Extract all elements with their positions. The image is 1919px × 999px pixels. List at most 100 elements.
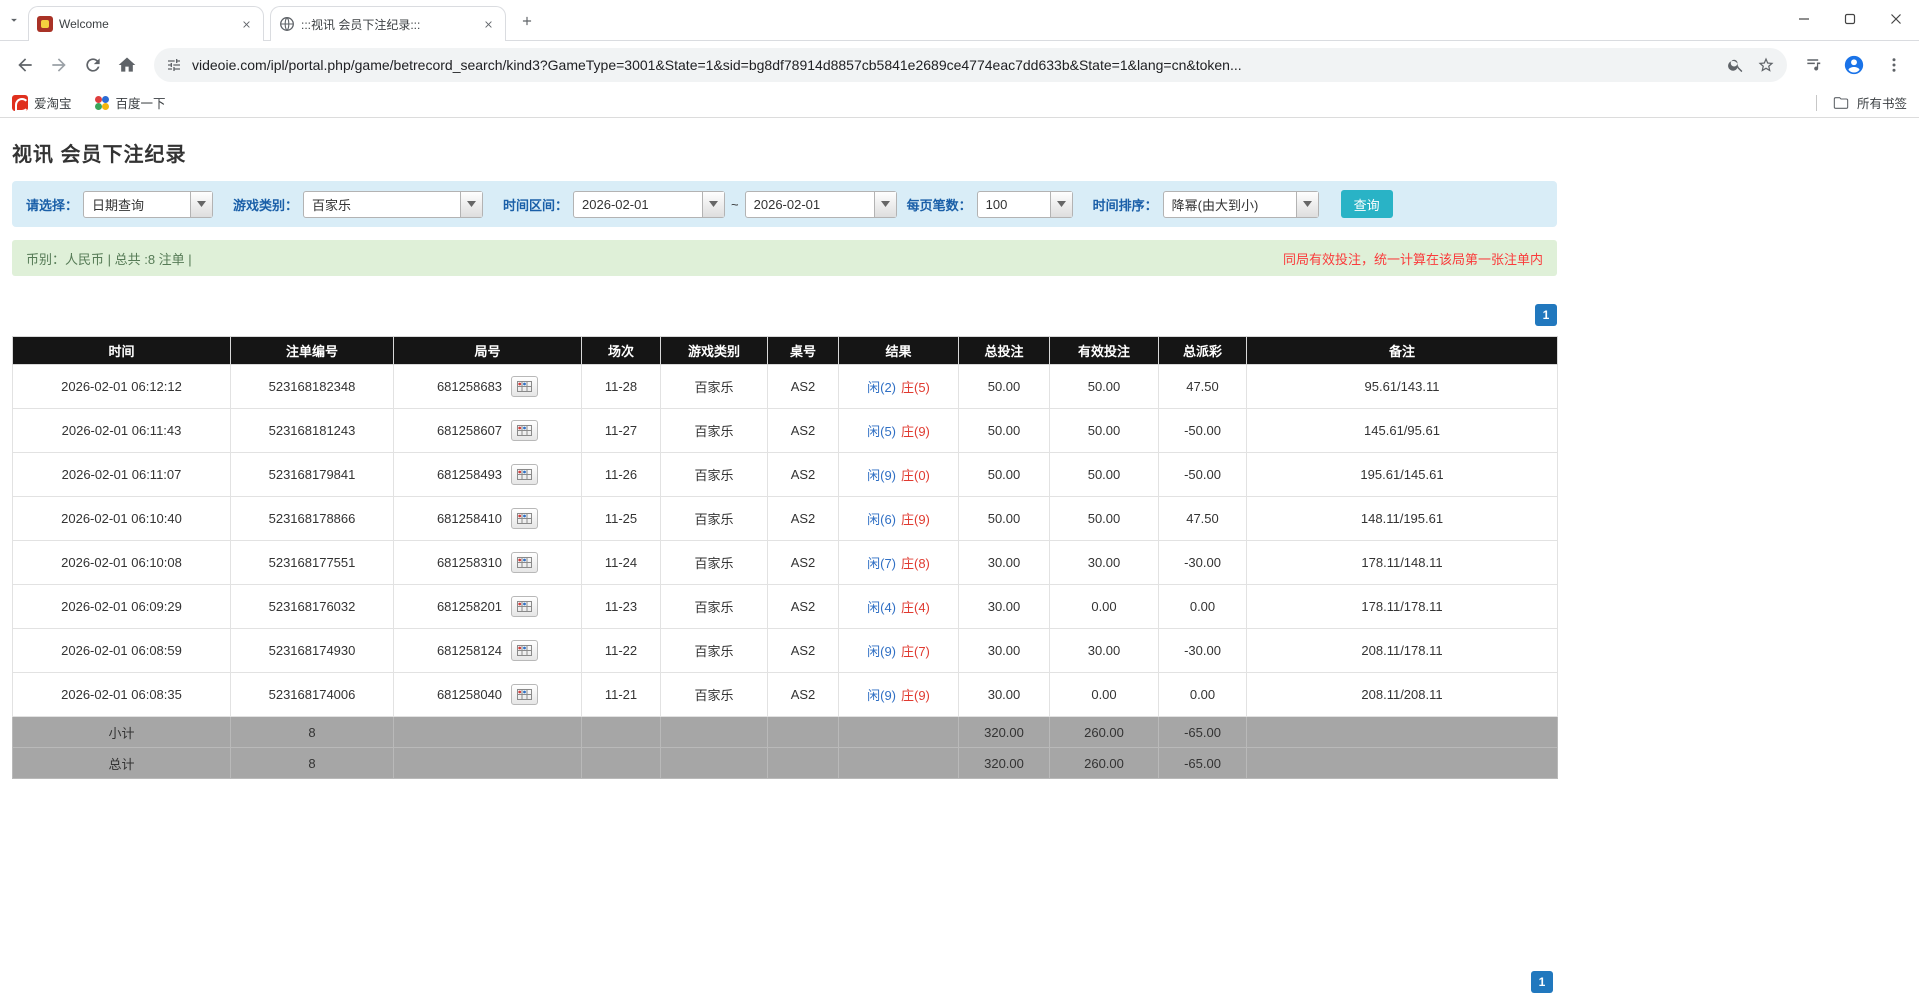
cell-payout: 0.00 (1159, 585, 1247, 629)
cell-table: AS2 (768, 585, 839, 629)
cell-time: 2026-02-01 06:10:40 (13, 497, 231, 541)
all-bookmarks-button[interactable]: 所有书签 (1816, 93, 1907, 112)
cell-total-bet-link[interactable]: 50.00 (959, 409, 1050, 453)
cell-total-bet-link[interactable]: 30.00 (959, 541, 1050, 585)
tab-betrecord[interactable]: :::视讯 会员下注纪录::: (270, 6, 506, 41)
result-banker: 庄(9) (901, 512, 930, 527)
bookmark-star-icon[interactable] (1757, 56, 1775, 74)
pagination-top: 1 (12, 304, 1557, 326)
date-from-dropdown[interactable]: 2026-02-01 (573, 191, 725, 218)
result-banker: 庄(8) (901, 556, 930, 571)
chevron-down-icon[interactable] (702, 192, 724, 217)
cell-bet-id: 523168174930 (231, 629, 394, 673)
cell-bet-id: 523168181243 (231, 409, 394, 453)
tab-title: Welcome (59, 17, 231, 31)
game-type-dropdown[interactable]: 百家乐 (303, 191, 483, 218)
forward-button[interactable] (42, 48, 76, 82)
roadmap-button[interactable] (511, 596, 538, 617)
cell-bet-id: 523168177551 (231, 541, 394, 585)
browser-window: Welcome :::视讯 会员下注纪录::: (0, 0, 1919, 118)
cell-time: 2026-02-01 06:09:29 (13, 585, 231, 629)
chevron-down-icon[interactable] (1050, 192, 1072, 217)
date-to-dropdown[interactable]: 2026-02-01 (745, 191, 897, 218)
url-text: videoie.com/ipl/portal.php/game/betrecor… (192, 57, 1717, 73)
round-number: 681258410 (437, 511, 502, 526)
subtotal-payout: -65.00 (1159, 717, 1247, 748)
roadmap-button[interactable] (511, 640, 538, 661)
cell-total-bet-link[interactable]: 30.00 (959, 585, 1050, 629)
reload-button[interactable] (76, 48, 110, 82)
time-sort-dropdown[interactable]: 降幂(由大到小) (1163, 191, 1319, 218)
cell-session: 11-23 (582, 585, 661, 629)
bookmark-baidu[interactable]: 百度一下 (94, 93, 166, 112)
roadmap-button[interactable] (511, 420, 538, 441)
cell-result: 闲(5)庄(9) (839, 409, 959, 453)
tab-welcome[interactable]: Welcome (28, 6, 264, 41)
roadmap-button[interactable] (511, 684, 538, 705)
menu-kebab-icon[interactable] (1877, 48, 1911, 82)
cell-note: 178.11/178.11 (1247, 585, 1558, 629)
bet-records-table: 时间 注单编号 局号 场次 游戏类别 桌号 结果 总投注 有效投注 总派彩 备注… (12, 336, 1558, 779)
date-to-value: 2026-02-01 (746, 192, 874, 217)
roadmap-button[interactable] (511, 376, 538, 397)
cell-time: 2026-02-01 06:08:35 (13, 673, 231, 717)
chevron-down-icon[interactable] (1296, 192, 1318, 217)
tab-close-icon[interactable] (237, 15, 255, 33)
cell-round: 681258201 (394, 585, 582, 629)
home-button[interactable] (110, 48, 144, 82)
cell-total-bet-link[interactable]: 50.00 (959, 497, 1050, 541)
cell-valid-bet: 0.00 (1050, 673, 1159, 717)
cell-game: 百家乐 (661, 673, 768, 717)
minimize-button[interactable] (1781, 0, 1827, 38)
cell-result: 闲(9)庄(0) (839, 453, 959, 497)
pagination-page-1[interactable]: 1 (1535, 304, 1557, 326)
roadmap-button[interactable] (511, 508, 538, 529)
roadmap-grid-icon (517, 381, 532, 392)
back-button[interactable] (8, 48, 42, 82)
search-button[interactable]: 查询 (1341, 190, 1393, 218)
cell-total-bet-link[interactable]: 50.00 (959, 365, 1050, 409)
round-number: 681258310 (437, 555, 502, 570)
roadmap-button[interactable] (511, 552, 538, 573)
table-row: 2026-02-01 06:11:43 523168181243 6812586… (13, 409, 1558, 453)
site-info-icon[interactable] (166, 57, 182, 73)
maximize-button[interactable] (1827, 0, 1873, 38)
tab-search-button[interactable] (0, 0, 28, 40)
cell-valid-bet: 50.00 (1050, 365, 1159, 409)
query-type-dropdown[interactable]: 日期查询 (83, 191, 213, 218)
per-page-dropdown[interactable]: 100 (977, 191, 1073, 218)
cell-total-bet-link[interactable]: 50.00 (959, 453, 1050, 497)
media-controls-icon[interactable] (1797, 48, 1831, 82)
result-banker: 庄(9) (901, 424, 930, 439)
url-bar[interactable]: videoie.com/ipl/portal.php/game/betrecor… (154, 48, 1787, 82)
roadmap-grid-icon (517, 557, 532, 568)
cell-payout: 0.00 (1159, 673, 1247, 717)
bookmark-aitaobao[interactable]: 爱淘宝 (12, 93, 72, 112)
cell-total-bet-link[interactable]: 30.00 (959, 629, 1050, 673)
chevron-down-icon[interactable] (874, 192, 896, 217)
cell-result: 闲(9)庄(9) (839, 673, 959, 717)
profile-avatar[interactable] (1837, 48, 1871, 82)
total-payout: -65.00 (1159, 748, 1247, 779)
per-page-label: 每页笔数： (907, 195, 972, 214)
pagination-page-1[interactable]: 1 (1531, 971, 1553, 993)
tab-close-icon[interactable] (479, 15, 497, 33)
cell-valid-bet: 0.00 (1050, 585, 1159, 629)
col-note: 备注 (1247, 337, 1558, 365)
cell-payout: -50.00 (1159, 409, 1247, 453)
roadmap-button[interactable] (511, 464, 538, 485)
cell-game: 百家乐 (661, 409, 768, 453)
close-window-button[interactable] (1873, 0, 1919, 38)
new-tab-button[interactable] (512, 6, 542, 36)
chevron-down-icon[interactable] (460, 192, 482, 217)
roadmap-grid-icon (517, 601, 532, 612)
chevron-down-icon[interactable] (190, 192, 212, 217)
cell-round: 681258607 (394, 409, 582, 453)
cell-note: 195.61/145.61 (1247, 453, 1558, 497)
zoom-icon[interactable] (1727, 56, 1745, 74)
bookmark-label: 百度一下 (116, 93, 166, 112)
cell-session: 11-25 (582, 497, 661, 541)
cell-total-bet-link[interactable]: 30.00 (959, 673, 1050, 717)
cell-game: 百家乐 (661, 453, 768, 497)
cell-session: 11-24 (582, 541, 661, 585)
